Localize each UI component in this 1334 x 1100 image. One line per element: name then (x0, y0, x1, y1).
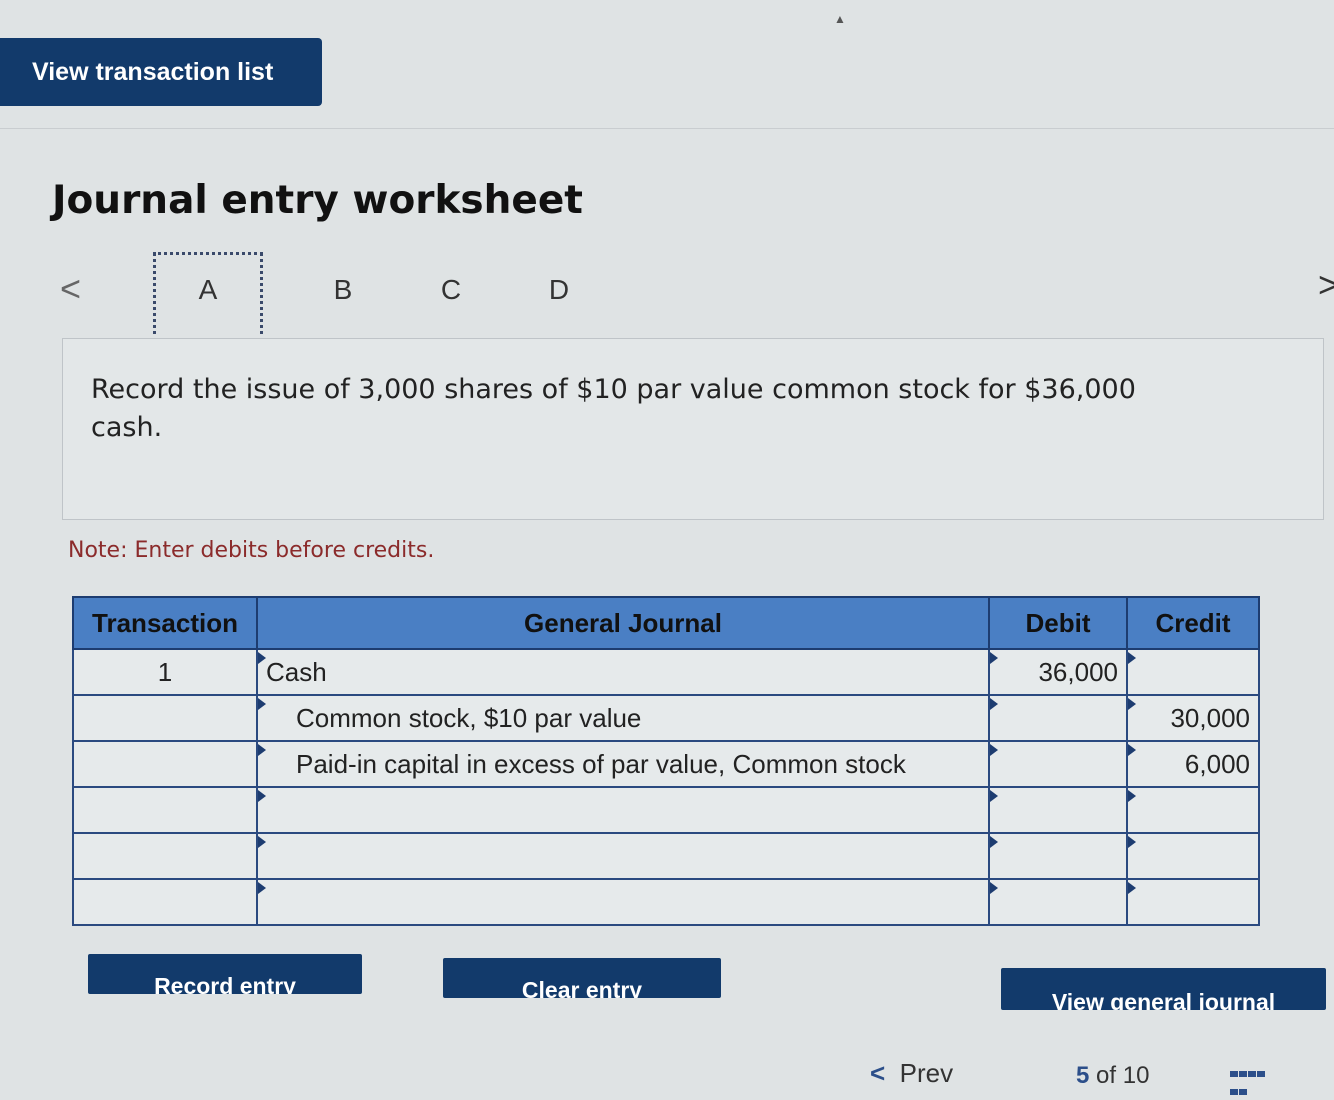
chevron-left-icon: < (870, 1058, 886, 1088)
transaction-header: Transaction (72, 596, 258, 650)
header-divider (0, 128, 1334, 129)
input-marker-icon (1128, 882, 1136, 894)
grid-icon[interactable] (1230, 1064, 1266, 1095)
input-marker-icon (990, 882, 998, 894)
tab-d[interactable]: D (504, 252, 614, 342)
page-sep: of (1096, 1062, 1117, 1089)
account-cell[interactable] (256, 786, 990, 834)
record-entry-button[interactable]: Record entry (88, 954, 362, 994)
table-header-row: Transaction General Journal Debit Credit (72, 596, 1260, 650)
dropdown-marker-icon (258, 882, 266, 894)
transaction-cell (72, 694, 258, 742)
account-name: Paid-in capital in excess of par value, … (296, 748, 906, 779)
dropdown-marker-icon (258, 652, 266, 664)
debit-cell[interactable]: 36,000 (988, 648, 1128, 696)
dropdown-marker-icon (258, 836, 266, 848)
table-row: Common stock, $10 par value 30,000 (72, 694, 1260, 742)
debit-value: 36,000 (1038, 656, 1118, 687)
debit-cell[interactable] (988, 878, 1128, 926)
table-row (72, 832, 1260, 880)
transaction-cell (72, 786, 258, 834)
transaction-cell (72, 832, 258, 880)
page-title: Journal entry worksheet (52, 178, 583, 223)
input-marker-icon (1128, 790, 1136, 802)
credit-header: Credit (1126, 596, 1260, 650)
credit-cell[interactable]: 30,000 (1126, 694, 1260, 742)
input-marker-icon (990, 744, 998, 756)
input-marker-icon (1128, 744, 1136, 756)
credit-cell[interactable]: 6,000 (1126, 740, 1260, 788)
transaction-cell: 1 (72, 648, 258, 696)
table-row (72, 878, 1260, 926)
transaction-cell (72, 740, 258, 788)
table-row: 1 Cash 36,000 (72, 648, 1260, 696)
input-marker-icon (990, 652, 998, 664)
account-cell[interactable] (256, 832, 990, 880)
page-total: 10 (1122, 1062, 1150, 1089)
scroll-up-icon[interactable]: ▲ (834, 12, 846, 26)
account-cell[interactable]: Common stock, $10 par value (256, 694, 990, 742)
transaction-description: Record the issue of 3,000 shares of $10 … (91, 374, 1136, 443)
page-indicator: 5 of 10 (1076, 1062, 1149, 1090)
clear-entry-label: Clear entry (521, 977, 643, 998)
account-name: Common stock, $10 par value (296, 702, 642, 733)
view-transaction-list-button[interactable]: View transaction list (0, 38, 322, 106)
record-entry-label: Record entry (154, 973, 296, 994)
tab-c[interactable]: C (396, 252, 506, 342)
credit-cell[interactable] (1126, 786, 1260, 834)
debit-cell[interactable] (988, 786, 1128, 834)
page-current: 5 (1076, 1062, 1090, 1089)
dropdown-marker-icon (258, 744, 266, 756)
transaction-cell (72, 878, 258, 926)
table-row: Paid-in capital in excess of par value, … (72, 740, 1260, 788)
account-cell[interactable]: Cash (256, 648, 990, 696)
input-marker-icon (1128, 652, 1136, 664)
chevron-left-icon[interactable]: < (60, 268, 81, 310)
prev-button[interactable]: < Prev (870, 1058, 953, 1089)
credit-value: 6,000 (1184, 748, 1250, 779)
debit-cell[interactable] (988, 694, 1128, 742)
debit-cell[interactable] (988, 740, 1128, 788)
table-row (72, 786, 1260, 834)
account-cell[interactable]: Paid-in capital in excess of par value, … (256, 740, 990, 788)
dropdown-marker-icon (258, 698, 266, 710)
dropdown-marker-icon (258, 790, 266, 802)
credit-cell[interactable] (1126, 832, 1260, 880)
input-marker-icon (990, 698, 998, 710)
transaction-description-box: Record the issue of 3,000 shares of $10 … (62, 338, 1324, 520)
view-general-journal-label: View general journal (1051, 989, 1276, 1010)
clear-entry-button[interactable]: Clear entry (443, 958, 721, 998)
prev-label: Prev (899, 1058, 954, 1088)
journal-table: Transaction General Journal Debit Credit… (72, 596, 1260, 926)
tab-b[interactable]: B (288, 252, 398, 342)
debit-header: Debit (988, 596, 1128, 650)
account-name: Cash (266, 656, 327, 687)
chevron-right-icon[interactable]: > (1318, 264, 1334, 306)
debit-cell[interactable] (988, 832, 1128, 880)
entry-note: Note: Enter debits before credits. (68, 538, 435, 563)
credit-cell[interactable] (1126, 878, 1260, 926)
general-journal-header: General Journal (256, 596, 990, 650)
account-cell[interactable] (256, 878, 990, 926)
input-marker-icon (990, 790, 998, 802)
view-general-journal-button[interactable]: View general journal (1001, 968, 1326, 1010)
tab-a[interactable]: A (153, 252, 263, 342)
input-marker-icon (990, 836, 998, 848)
input-marker-icon (1128, 836, 1136, 848)
credit-value: 30,000 (1170, 702, 1250, 733)
input-marker-icon (1128, 698, 1136, 710)
credit-cell[interactable] (1126, 648, 1260, 696)
